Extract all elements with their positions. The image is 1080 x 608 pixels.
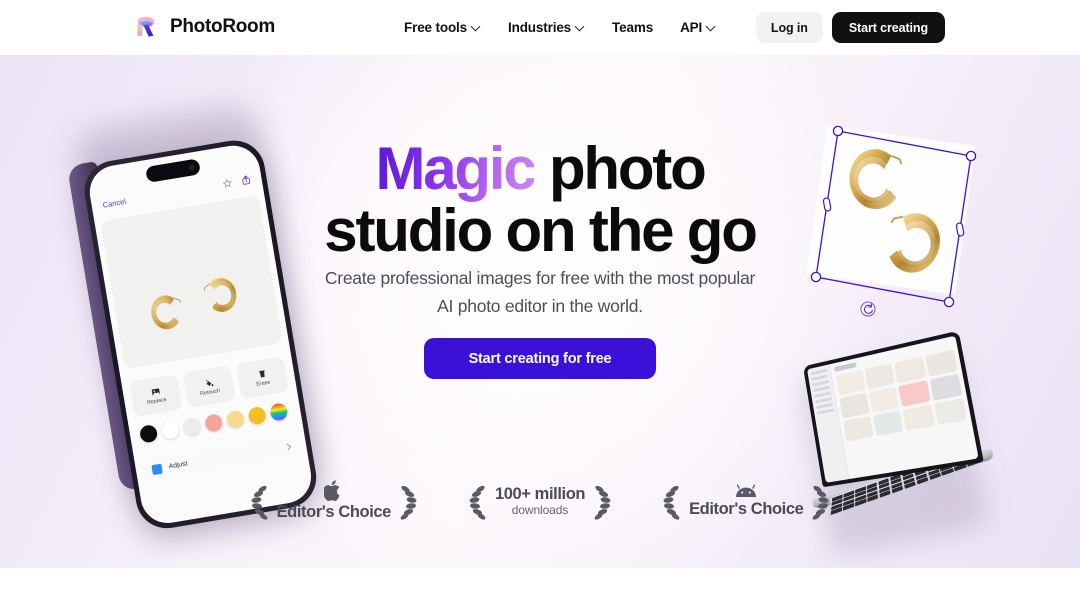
headline-line2: studio on the go: [324, 197, 758, 265]
login-button[interactable]: Log in: [755, 12, 823, 43]
nav-item-api[interactable]: API: [680, 20, 716, 35]
tool-retouch[interactable]: Retouch: [182, 364, 236, 409]
hero-bottom-edge: [0, 568, 1080, 588]
laurel-right-icon: [594, 485, 611, 520]
laurel-right-icon: [813, 485, 829, 520]
badge-subtitle: downloads: [511, 503, 569, 517]
nav-label: Industries: [508, 20, 572, 35]
subhead-line2: AI photo editor in the world.: [437, 296, 643, 317]
photo-thumb: [835, 369, 866, 396]
photo-thumb: [933, 398, 967, 426]
photo-thumb: [902, 404, 935, 431]
laurel-right-icon: [400, 485, 417, 520]
nav-label: API: [680, 20, 703, 35]
swatch-pale-yellow[interactable]: [225, 409, 246, 430]
photo-thumb: [843, 416, 874, 442]
badge-downloads: 100+ million downloads: [465, 482, 615, 520]
hero-section: Cancel Replace Retouch Erase Adjust Magi…: [0, 55, 1080, 588]
laurel-left-icon: [469, 485, 486, 520]
main-nav: Free tools Industries Teams API: [404, 0, 716, 55]
swatch-white[interactable]: [160, 420, 181, 440]
laptop-gallery-title: [834, 362, 857, 372]
subhead-line1: Create professional images for free with…: [324, 268, 756, 288]
laptop-app-ui: [807, 335, 979, 483]
start-creating-button[interactable]: Start creating: [831, 12, 945, 43]
photo-thumb: [929, 373, 963, 401]
selection-handle-corner: [832, 125, 844, 137]
nav-item-industries[interactable]: Industries: [508, 20, 585, 35]
badge-title: Editor's Choice: [276, 503, 392, 521]
page-root: PhotoRoom Free tools Industries Teams AP…: [0, 0, 1080, 608]
hero-subtitle: Create professional images for free with…: [0, 264, 1080, 321]
tool-label: Retouch: [199, 387, 221, 397]
award-badges: Editor's Choice 100+ million downloads E…: [0, 480, 1080, 522]
paint-bucket-icon: [205, 379, 213, 386]
laurel-left-icon: [251, 485, 267, 520]
photo-thumb: [839, 392, 870, 419]
image-replace-icon: [151, 388, 160, 396]
badge-content: Editor's Choice: [277, 480, 391, 522]
chevron-right-icon: [284, 443, 292, 451]
apple-icon: [324, 480, 340, 502]
header-actions: Log in Start creating: [755, 12, 945, 43]
laptop-screen: [802, 330, 984, 488]
tool-replace[interactable]: Replace: [129, 373, 183, 418]
phone-adjust-row[interactable]: Adjust: [142, 432, 301, 484]
site-header: PhotoRoom Free tools Industries Teams AP…: [0, 0, 1080, 55]
badge-content: Editor's Choice: [689, 484, 804, 519]
brand-logo-link[interactable]: PhotoRoom: [131, 12, 275, 42]
swatch-amber[interactable]: [247, 405, 267, 426]
eraser-icon: [258, 369, 265, 378]
badge-apple-editors-choice: Editor's Choice: [247, 480, 421, 522]
photo-thumb: [924, 349, 958, 377]
photo-thumb: [864, 363, 895, 390]
adjust-color-icon: [151, 463, 163, 475]
nav-item-free-tools[interactable]: Free tools: [404, 20, 481, 35]
photo-thumb: [868, 386, 900, 413]
chevron-down-icon: [472, 23, 481, 32]
laptop-mockup: [775, 316, 1015, 580]
swatch-black[interactable]: [138, 424, 159, 444]
badge-content: 100+ million downloads: [494, 485, 586, 517]
headline-accent: Magic: [375, 135, 536, 202]
chevron-down-icon: [576, 23, 585, 32]
badge-title: 100+ million: [494, 485, 586, 503]
swatch-pink[interactable]: [203, 413, 224, 433]
headline-rest: photo: [534, 135, 707, 202]
badge-title: Editor's Choice: [689, 499, 804, 518]
tool-label: Replace: [146, 396, 168, 406]
brand-name: PhotoRoom: [170, 16, 275, 37]
laurel-left-icon: [663, 485, 680, 520]
nav-item-teams[interactable]: Teams: [612, 20, 653, 35]
nav-label: Free tools: [404, 20, 468, 35]
swatch-light-gray[interactable]: [182, 416, 202, 437]
adjust-label: Adjust: [168, 460, 189, 471]
laptop-gallery: [830, 336, 979, 479]
badge-android-editors-choice: Editor's Choice: [659, 482, 833, 520]
start-creating-for-free-button[interactable]: Start creating for free: [424, 338, 656, 379]
tool-erase[interactable]: Erase: [235, 356, 290, 400]
photoroom-r-logo-icon: [131, 12, 161, 42]
nav-label: Teams: [612, 20, 654, 35]
photo-thumb: [894, 356, 926, 384]
android-icon: [736, 484, 757, 497]
photo-thumb: [898, 380, 931, 407]
chevron-down-icon: [707, 23, 716, 32]
swatch-rainbow[interactable]: [269, 402, 289, 422]
page-title: Magic photo studio on the go: [0, 135, 1080, 265]
photo-thumb: [872, 410, 904, 437]
tool-label: Erase: [255, 379, 271, 388]
